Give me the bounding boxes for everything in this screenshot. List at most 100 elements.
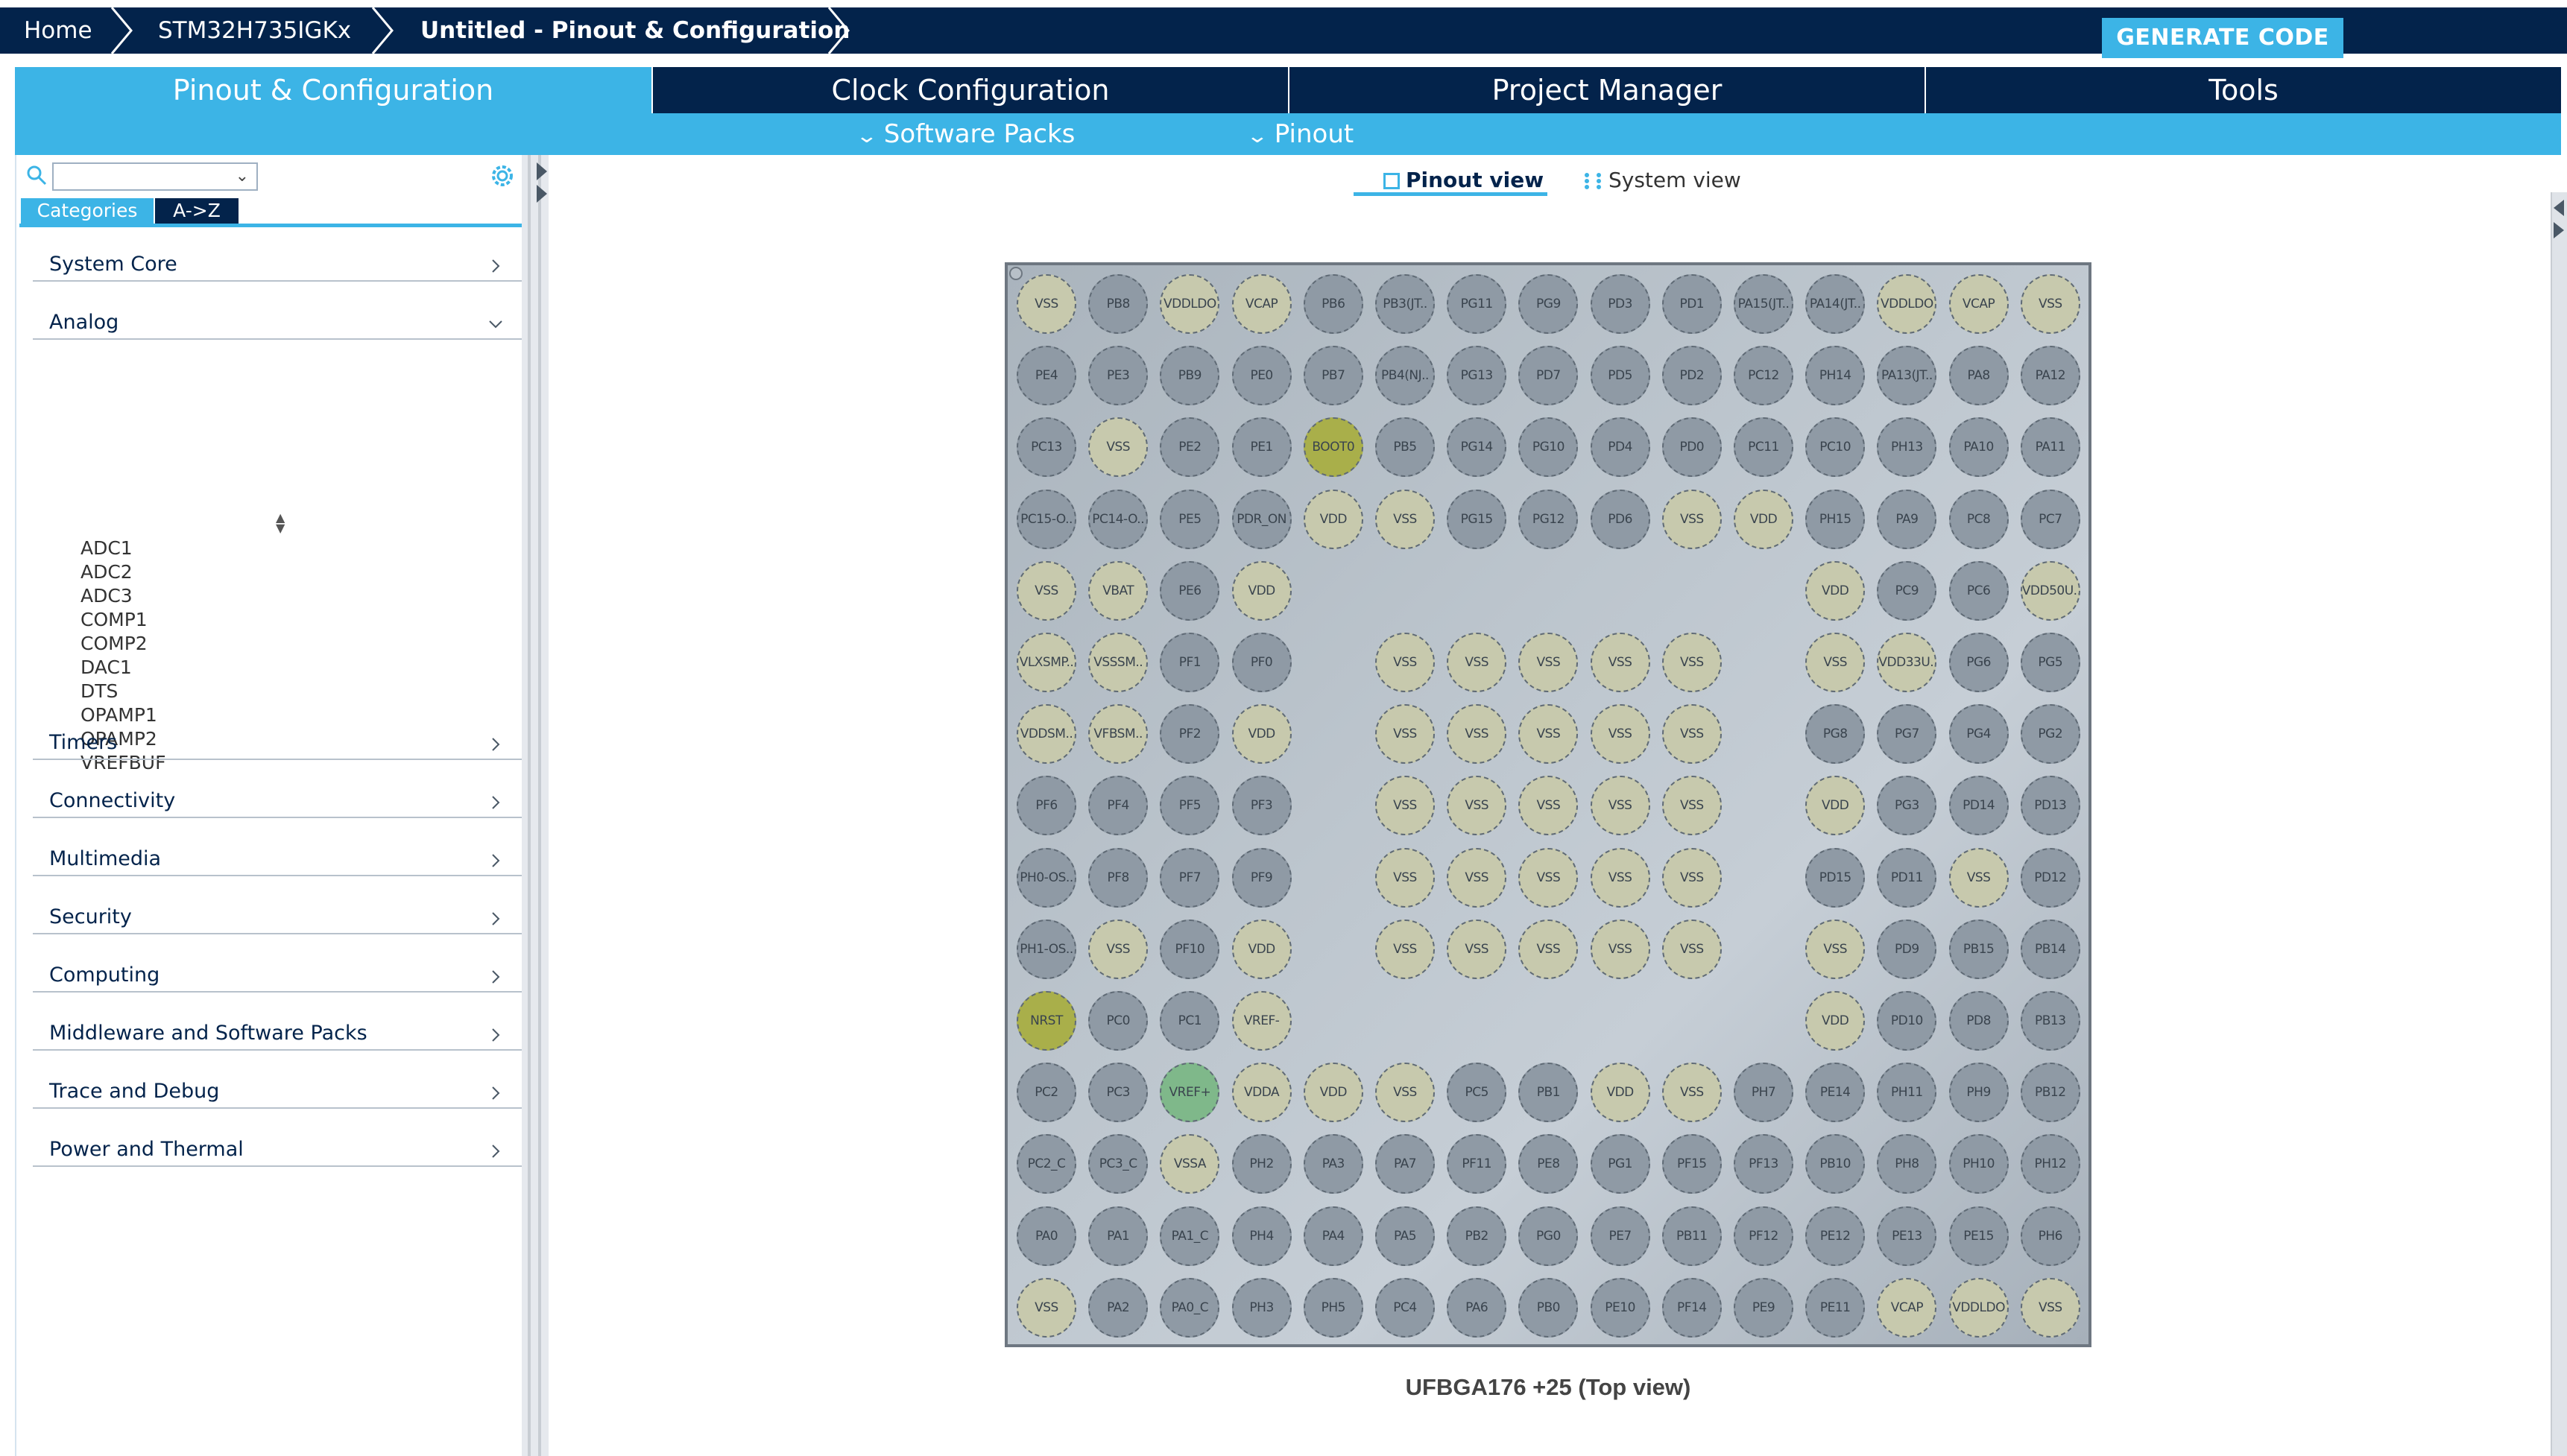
pin-vss[interactable]: VSS (1375, 847, 1435, 908)
pin-ph13[interactable]: PH13 (1877, 417, 1937, 478)
pin-vss[interactable]: VSS (1805, 919, 1866, 979)
pin-vss[interactable]: VSS (1518, 919, 1579, 979)
category-middleware[interactable]: Middleware and Software Packs (33, 1006, 522, 1051)
pin-pf9[interactable]: PF9 (1231, 847, 1292, 908)
pin-pc1[interactable]: PC1 (1160, 991, 1220, 1051)
pin-pf1[interactable]: PF1 (1160, 633, 1220, 692)
pin-vcap[interactable]: VCAP (1877, 1277, 1937, 1338)
pin-pc11[interactable]: PC11 (1734, 417, 1793, 478)
pin-ph6[interactable]: PH6 (2020, 1206, 2080, 1266)
pin-pd8[interactable]: PD8 (1948, 991, 2009, 1051)
pin-pf15[interactable]: PF15 (1661, 1134, 1722, 1194)
pin-ph2[interactable]: PH2 (1231, 1134, 1292, 1194)
category-power-thermal[interactable]: Power and Thermal (33, 1122, 522, 1167)
pin-vbat[interactable]: VBAT (1088, 560, 1149, 621)
pin-pf7[interactable]: PF7 (1160, 847, 1220, 908)
pin-pa3[interactable]: PA3 (1303, 1134, 1363, 1194)
pin-vss[interactable]: VSS (1375, 489, 1435, 549)
pin-pb2[interactable]: PB2 (1447, 1206, 1507, 1266)
pin-pc7[interactable]: PC7 (2020, 489, 2080, 549)
pin-pb7[interactable]: PB7 (1303, 346, 1363, 406)
pin-pc6[interactable]: PC6 (1948, 560, 2009, 621)
list-item[interactable]: COMP1 (80, 608, 165, 632)
gear-icon[interactable] (487, 161, 517, 191)
pin-pe13[interactable]: PE13 (1877, 1206, 1937, 1266)
pin-pb8[interactable]: PB8 (1088, 274, 1149, 334)
pin-vss[interactable]: VSS (1518, 776, 1579, 836)
pin-vdda[interactable]: VDDA (1231, 1063, 1292, 1123)
pin-pb12[interactable]: PB12 (2020, 1063, 2080, 1123)
pin-pd2[interactable]: PD2 (1661, 346, 1722, 406)
chevron-down-icon[interactable]: ⌄ (236, 167, 249, 186)
tab-project-manager[interactable]: Project Manager (1289, 67, 1925, 113)
pin-pb0[interactable]: PB0 (1518, 1277, 1579, 1338)
list-item[interactable]: COMP2 (80, 632, 165, 656)
pin-pa7[interactable]: PA7 (1375, 1134, 1435, 1194)
pin-pe1[interactable]: PE1 (1231, 417, 1292, 478)
pin-pa9[interactable]: PA9 (1877, 489, 1937, 549)
pin-vss[interactable]: VSS (1590, 776, 1650, 836)
pin-pf0[interactable]: PF0 (1231, 633, 1292, 692)
pin-vss[interactable]: VSS (1447, 919, 1507, 979)
pin-pc3[interactable]: PC3 (1088, 1063, 1149, 1123)
breadcrumb-project[interactable]: Untitled - Pinout & Configuration (420, 7, 850, 54)
pin-ph9[interactable]: PH9 (1948, 1063, 2009, 1123)
pin-pc2[interactable]: PC2 (1017, 1063, 1076, 1123)
software-packs-menu[interactable]: ⌄ Software Packs (856, 113, 1076, 155)
pin-pe5[interactable]: PE5 (1160, 489, 1220, 549)
category-security[interactable]: Security (33, 890, 522, 934)
pin-vcap[interactable]: VCAP (1948, 274, 2009, 334)
pin-pa0[interactable]: PA0 (1017, 1206, 1076, 1266)
pin-vss[interactable]: VSS (1088, 417, 1149, 478)
pin-pe2[interactable]: PE2 (1160, 417, 1220, 478)
pin-pc10[interactable]: PC10 (1805, 417, 1866, 478)
pin-vdd[interactable]: VDD (1805, 560, 1866, 621)
pin-ph0-os[interactable]: PH0-OS.. (1017, 847, 1076, 908)
pin-vss[interactable]: VSS (1017, 274, 1076, 334)
pin-pf4[interactable]: PF4 (1088, 776, 1149, 836)
pin-pc15-o[interactable]: PC15-O.. (1017, 489, 1076, 549)
pin-pg13[interactable]: PG13 (1447, 346, 1507, 406)
pin-vss[interactable]: VSS (1518, 847, 1579, 908)
pin-pc2-c[interactable]: PC2_C (1017, 1134, 1076, 1194)
pin-vss[interactable]: VSS (1661, 919, 1722, 979)
list-item[interactable]: ADC2 (80, 560, 165, 584)
pin-vss[interactable]: VSS (1661, 704, 1722, 765)
pin-vss[interactable]: VSS (1447, 633, 1507, 692)
pin-pe12[interactable]: PE12 (1805, 1206, 1866, 1266)
pin-vsssm[interactable]: VSSSM.. (1088, 633, 1149, 692)
pin-pa1-c[interactable]: PA1_C (1160, 1206, 1220, 1266)
pin-vss[interactable]: VSS (1661, 489, 1722, 549)
pin-pc9[interactable]: PC9 (1877, 560, 1937, 621)
pin-vss[interactable]: VSS (1661, 776, 1722, 836)
collapse-left-icon[interactable] (537, 162, 547, 180)
pin-pb4-nj[interactable]: PB4(NJ.. (1375, 346, 1435, 406)
breadcrumb-device[interactable]: STM32H735IGKx (158, 7, 351, 54)
pin-vss[interactable]: VSS (1375, 1063, 1435, 1123)
breadcrumb-home[interactable]: Home (24, 7, 92, 54)
pin-pd12[interactable]: PD12 (2020, 847, 2080, 908)
collapse-right-icon[interactable] (2554, 222, 2564, 238)
panel-splitter[interactable] (522, 155, 549, 1456)
pin-vdd[interactable]: VDD (1805, 776, 1866, 836)
pin-pf5[interactable]: PF5 (1160, 776, 1220, 836)
pin-pd15[interactable]: PD15 (1805, 847, 1866, 908)
pin-pa10[interactable]: PA10 (1948, 417, 2009, 478)
tab-tools[interactable]: Tools (1926, 67, 2561, 113)
pin-ph14[interactable]: PH14 (1805, 346, 1866, 406)
pin-ph5[interactable]: PH5 (1303, 1277, 1363, 1338)
pin-pd5[interactable]: PD5 (1590, 346, 1650, 406)
pin-vdd[interactable]: VDD (1805, 991, 1866, 1051)
pin-pa13-jt[interactable]: PA13(JT.. (1877, 346, 1937, 406)
pin-pg7[interactable]: PG7 (1877, 704, 1937, 765)
pin-vss[interactable]: VSS (1590, 847, 1650, 908)
pin-vssa[interactable]: VSSA (1160, 1134, 1220, 1194)
pin-ph11[interactable]: PH11 (1877, 1063, 1937, 1123)
pin-pf8[interactable]: PF8 (1088, 847, 1149, 908)
pin-pb13[interactable]: PB13 (2020, 991, 2080, 1051)
tab-pinout-configuration[interactable]: Pinout & Configuration (15, 67, 651, 113)
pin-pa6[interactable]: PA6 (1447, 1277, 1507, 1338)
pin-pc5[interactable]: PC5 (1447, 1063, 1507, 1123)
pin-pf2[interactable]: PF2 (1160, 704, 1220, 765)
pin-ph1-os[interactable]: PH1-OS.. (1017, 919, 1076, 979)
